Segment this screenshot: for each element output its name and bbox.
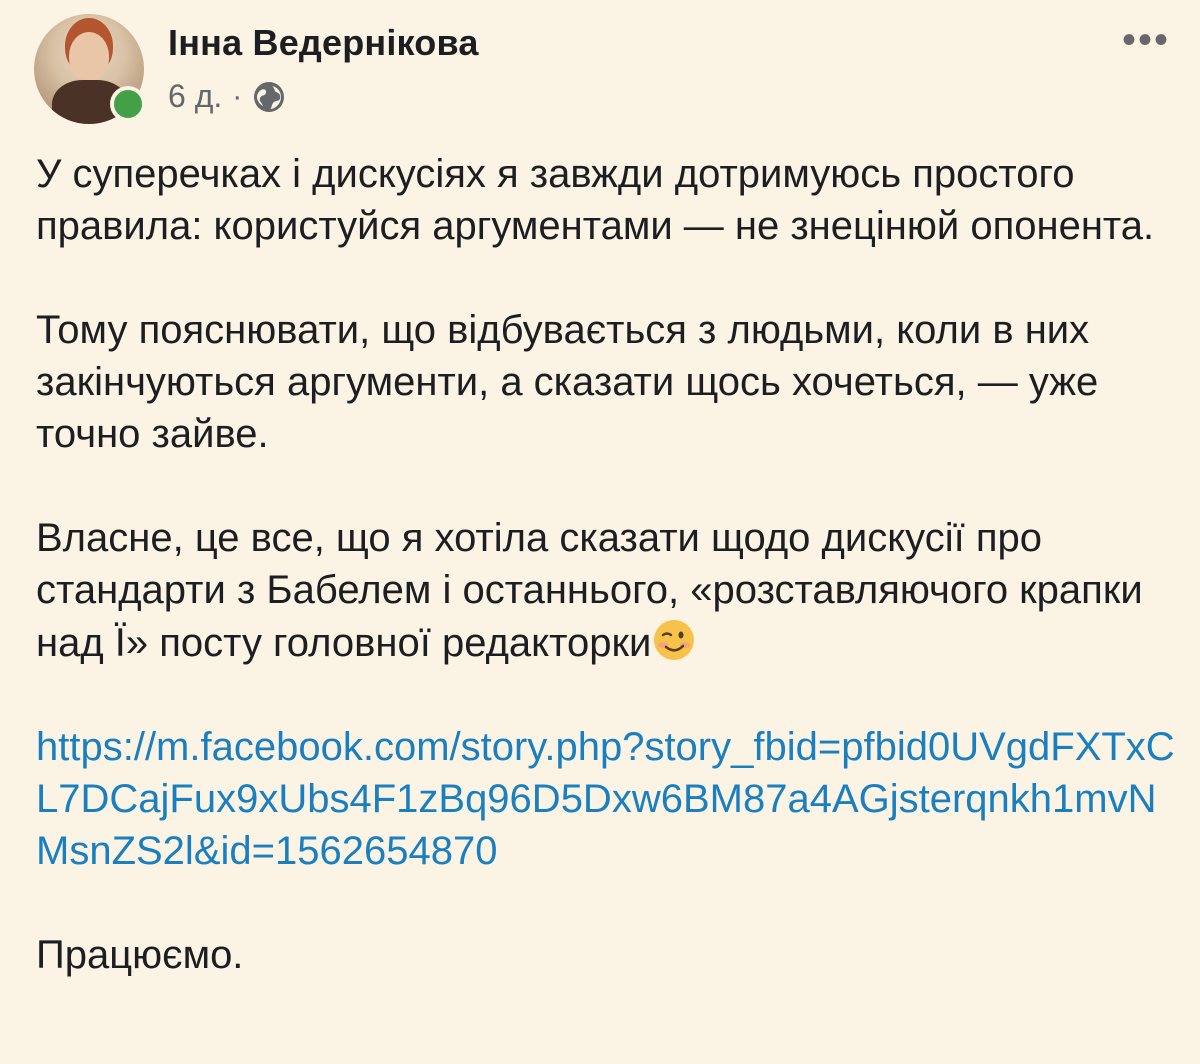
author-name[interactable]: Інна Ведернікова — [168, 22, 479, 64]
post-paragraph: Тому пояснювати, що відбувається з людьм… — [36, 308, 1099, 456]
online-status-indicator — [110, 86, 146, 122]
post-paragraph: У суперечках і дискусіях я завжди дотрим… — [36, 152, 1155, 248]
wink-emoji-icon — [651, 616, 697, 662]
story-link[interactable]: https://m.facebook.com/story.php?story_f… — [36, 725, 1175, 873]
meta-separator: · — [232, 79, 243, 113]
avatar-face — [69, 32, 109, 80]
post-paragraph-text: Власне, це все, що я хотіла сказати щодо… — [36, 516, 1143, 665]
post-paragraph: Власне, це все, що я хотіла сказати щодо… — [36, 512, 1176, 669]
facebook-post: Інна Ведернікова 6 д. · ••• У суперечках… — [0, 0, 1200, 1064]
post-time[interactable]: 6 д. — [168, 78, 222, 115]
post-link-paragraph: https://m.facebook.com/story.php?story_f… — [36, 721, 1176, 877]
globe-icon — [252, 80, 286, 114]
ellipsis-icon[interactable]: ••• — [1122, 20, 1170, 60]
post-content: У суперечках і дискусіях я завжди дотрим… — [36, 148, 1176, 981]
post-meta: 6 д. · — [168, 78, 286, 115]
post-paragraph: Працюємо. — [36, 933, 244, 977]
